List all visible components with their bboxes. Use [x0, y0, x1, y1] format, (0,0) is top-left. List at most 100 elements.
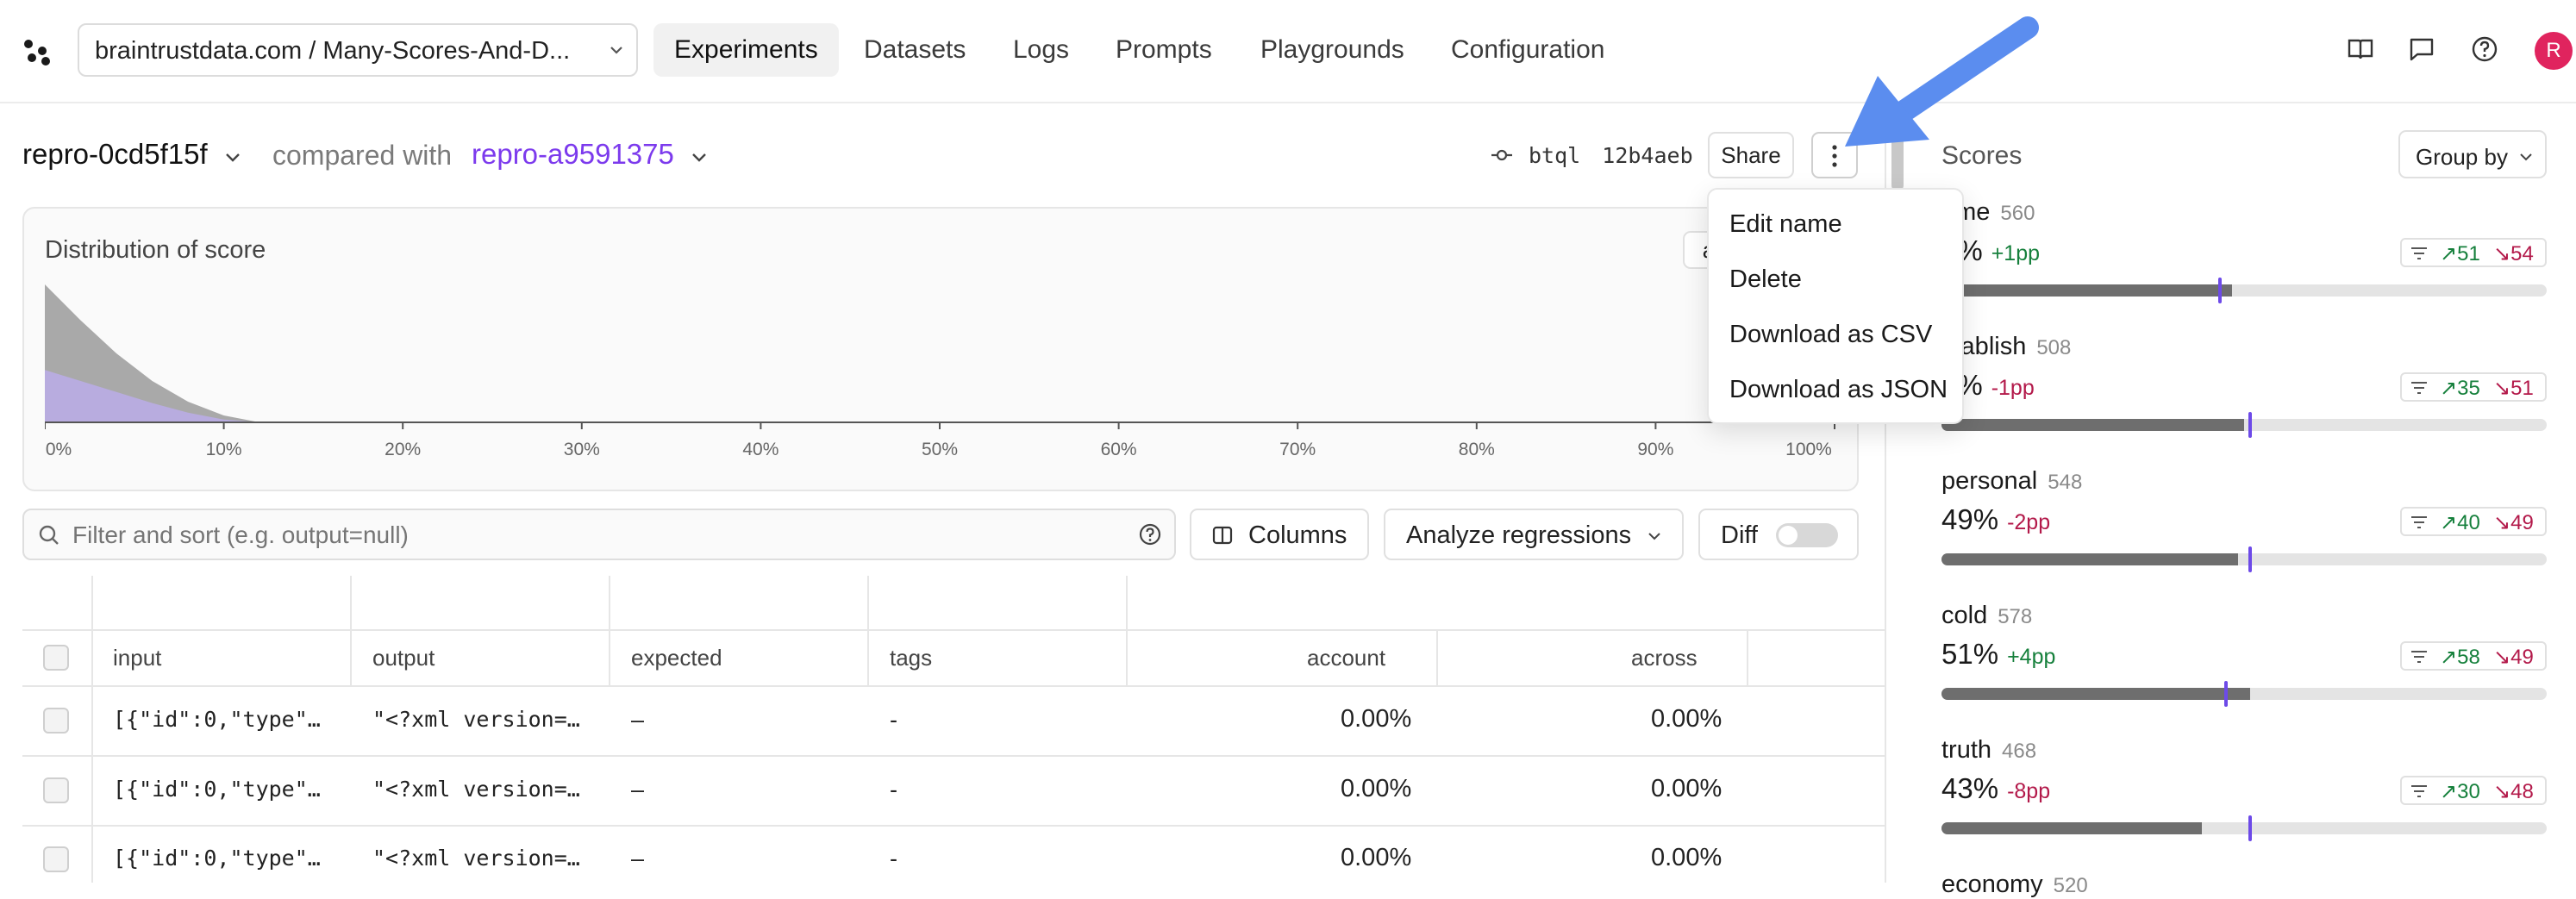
analyze-regressions-dropdown[interactable]: Analyze regressions — [1384, 509, 1684, 560]
score-value-line: 51% +4pp — [1941, 638, 2055, 671]
comparison-marker — [2248, 412, 2253, 438]
menu-item-download-json[interactable]: Download as JSON — [1729, 376, 1948, 404]
cell-output: "<?xml version=… — [372, 707, 580, 732]
column-header-input[interactable]: input — [113, 645, 161, 671]
cell-input: [{"id":0,"type"… — [113, 777, 321, 802]
x-tick-label: 70% — [1279, 440, 1316, 457]
filter-icon — [2411, 651, 2427, 663]
menu-item-edit-name[interactable]: Edit name — [1729, 210, 1842, 239]
project-name: braintrustdata.com / Many-Scores-And-D..… — [95, 37, 571, 65]
column-header-output[interactable]: output — [372, 645, 435, 671]
help-icon[interactable] — [1138, 522, 1162, 546]
x-tick-label: 60% — [1101, 440, 1137, 457]
improvements-regressions-badge[interactable]: ↗35 ↘51 — [2400, 372, 2547, 402]
row-checkbox[interactable] — [43, 708, 69, 734]
group-by-label: Group by — [2416, 144, 2508, 170]
improvements-value: 51 — [2457, 242, 2480, 265]
tab-configuration[interactable]: Configuration — [1430, 23, 1625, 77]
project-selector[interactable]: braintrustdata.com / Many-Scores-And-D..… — [78, 23, 638, 77]
regressions-value: 51 — [2510, 377, 2534, 400]
regressions-value: 54 — [2510, 242, 2534, 265]
column-header-account[interactable]: account — [1307, 645, 1385, 671]
regressions-count: ↘49 — [2493, 645, 2534, 670]
commit-label: btql 12b4aeb — [1529, 143, 1693, 168]
cell-expected: – — [631, 777, 645, 802]
cell-output: "<?xml version=… — [372, 777, 580, 802]
cell-account: 0.00% — [1341, 705, 1412, 733]
improvements-count: ↗51 — [2440, 241, 2480, 266]
score-delta: -1pp — [1991, 376, 2035, 400]
chat-icon[interactable] — [2407, 34, 2436, 64]
improvements-regressions-badge[interactable]: ↗58 ↘49 — [2400, 641, 2547, 671]
columns-icon — [1212, 526, 1233, 545]
experiment-options-menu: Edit name Delete Download as CSV Downloa… — [1707, 188, 1964, 424]
chevron-down-icon — [1648, 533, 1660, 540]
diff-switch-knob — [1779, 526, 1798, 545]
diff-switch[interactable] — [1776, 523, 1838, 547]
cell-account: 0.00% — [1341, 775, 1412, 802]
score-bar — [1941, 419, 2547, 431]
arrow-down-right-icon: ↘ — [2493, 511, 2511, 534]
improvements-regressions-badge[interactable]: ↗51 ↘54 — [2400, 238, 2547, 267]
tab-logs[interactable]: Logs — [992, 23, 1090, 77]
regressions-count: ↘49 — [2493, 510, 2534, 535]
row-checkbox[interactable] — [43, 777, 69, 803]
book-icon[interactable] — [2346, 34, 2375, 64]
share-button[interactable]: Share — [1708, 132, 1794, 178]
diff-label: Diff — [1721, 521, 1758, 549]
tab-experiments[interactable]: Experiments — [653, 23, 839, 77]
column-header-expected[interactable]: expected — [631, 645, 722, 671]
cell-across: 0.00% — [1651, 844, 1723, 871]
arrow-down-right-icon: ↘ — [2493, 377, 2511, 400]
columns-label: Columns — [1248, 521, 1347, 549]
help-icon[interactable] — [2470, 34, 2499, 64]
score-value-line: 49% -2pp — [1941, 503, 2050, 536]
column-header-across[interactable]: across — [1631, 645, 1698, 671]
distribution-chart: 0% 10% 20% 30% 40% 50% 60% 70% 80% 90% 100% — [45, 284, 1835, 457]
menu-item-delete[interactable]: Delete — [1729, 265, 1802, 294]
menu-item-download-csv[interactable]: Download as CSV — [1729, 321, 1932, 349]
user-avatar[interactable]: R — [2535, 32, 2573, 70]
cell-across: 0.00% — [1651, 705, 1723, 733]
chevron-down-icon — [692, 153, 706, 162]
tab-prompts[interactable]: Prompts — [1095, 23, 1233, 77]
experiment-selector[interactable]: repro-0cd5f15f — [22, 138, 241, 171]
comparison-selector[interactable]: repro-a9591375 — [472, 138, 708, 171]
score-bar — [1941, 553, 2547, 565]
score-value: 49% — [1941, 503, 1999, 535]
compared-with-label: compared with — [272, 140, 453, 171]
cell-tags: - — [890, 777, 897, 802]
score-count: 520 — [2053, 874, 2088, 897]
filter-input[interactable] — [71, 517, 1091, 553]
diff-toggle-group[interactable]: Diff — [1698, 509, 1859, 560]
column-header-tags[interactable]: tags — [890, 645, 932, 671]
score-bar-fill — [1941, 419, 2244, 431]
x-tick-label: 0% — [46, 440, 72, 457]
select-all-checkbox[interactable] — [43, 645, 69, 671]
improvements-value: 35 — [2457, 377, 2480, 400]
tab-datasets[interactable]: Datasets — [843, 23, 986, 77]
row-checkbox[interactable] — [43, 846, 69, 872]
x-tick-label: 30% — [564, 440, 600, 457]
arrow-up-right-icon: ↗ — [2440, 780, 2458, 803]
braintrust-logo[interactable] — [24, 40, 52, 66]
cell-across: 0.00% — [1651, 775, 1723, 802]
tab-playgrounds[interactable]: Playgrounds — [1240, 23, 1425, 77]
score-name: truth — [1941, 736, 1992, 764]
score-distribution-card: Distribution of score a 0%10%20%30%40%50… — [22, 207, 1859, 491]
analyze-regressions-label: Analyze regressions — [1406, 521, 1632, 549]
x-tick-label: 50% — [922, 440, 958, 457]
cell-expected: – — [631, 707, 645, 733]
filter-bar[interactable] — [22, 509, 1176, 560]
chevron-down-icon — [610, 47, 622, 54]
columns-button[interactable]: Columns — [1190, 509, 1369, 560]
commit-source: btql — [1529, 143, 1581, 168]
score-count: 548 — [2048, 471, 2083, 494]
group-by-dropdown[interactable]: Group by — [2398, 130, 2547, 178]
improvements-count: ↗58 — [2440, 645, 2480, 670]
score-count: 578 — [1998, 605, 2033, 628]
score-name-line: truth 468 — [1941, 736, 2036, 765]
improvements-regressions-badge[interactable]: ↗40 ↘49 — [2400, 507, 2547, 536]
cell-output: "<?xml version=… — [372, 846, 580, 871]
improvements-regressions-badge[interactable]: ↗30 ↘48 — [2400, 776, 2547, 805]
